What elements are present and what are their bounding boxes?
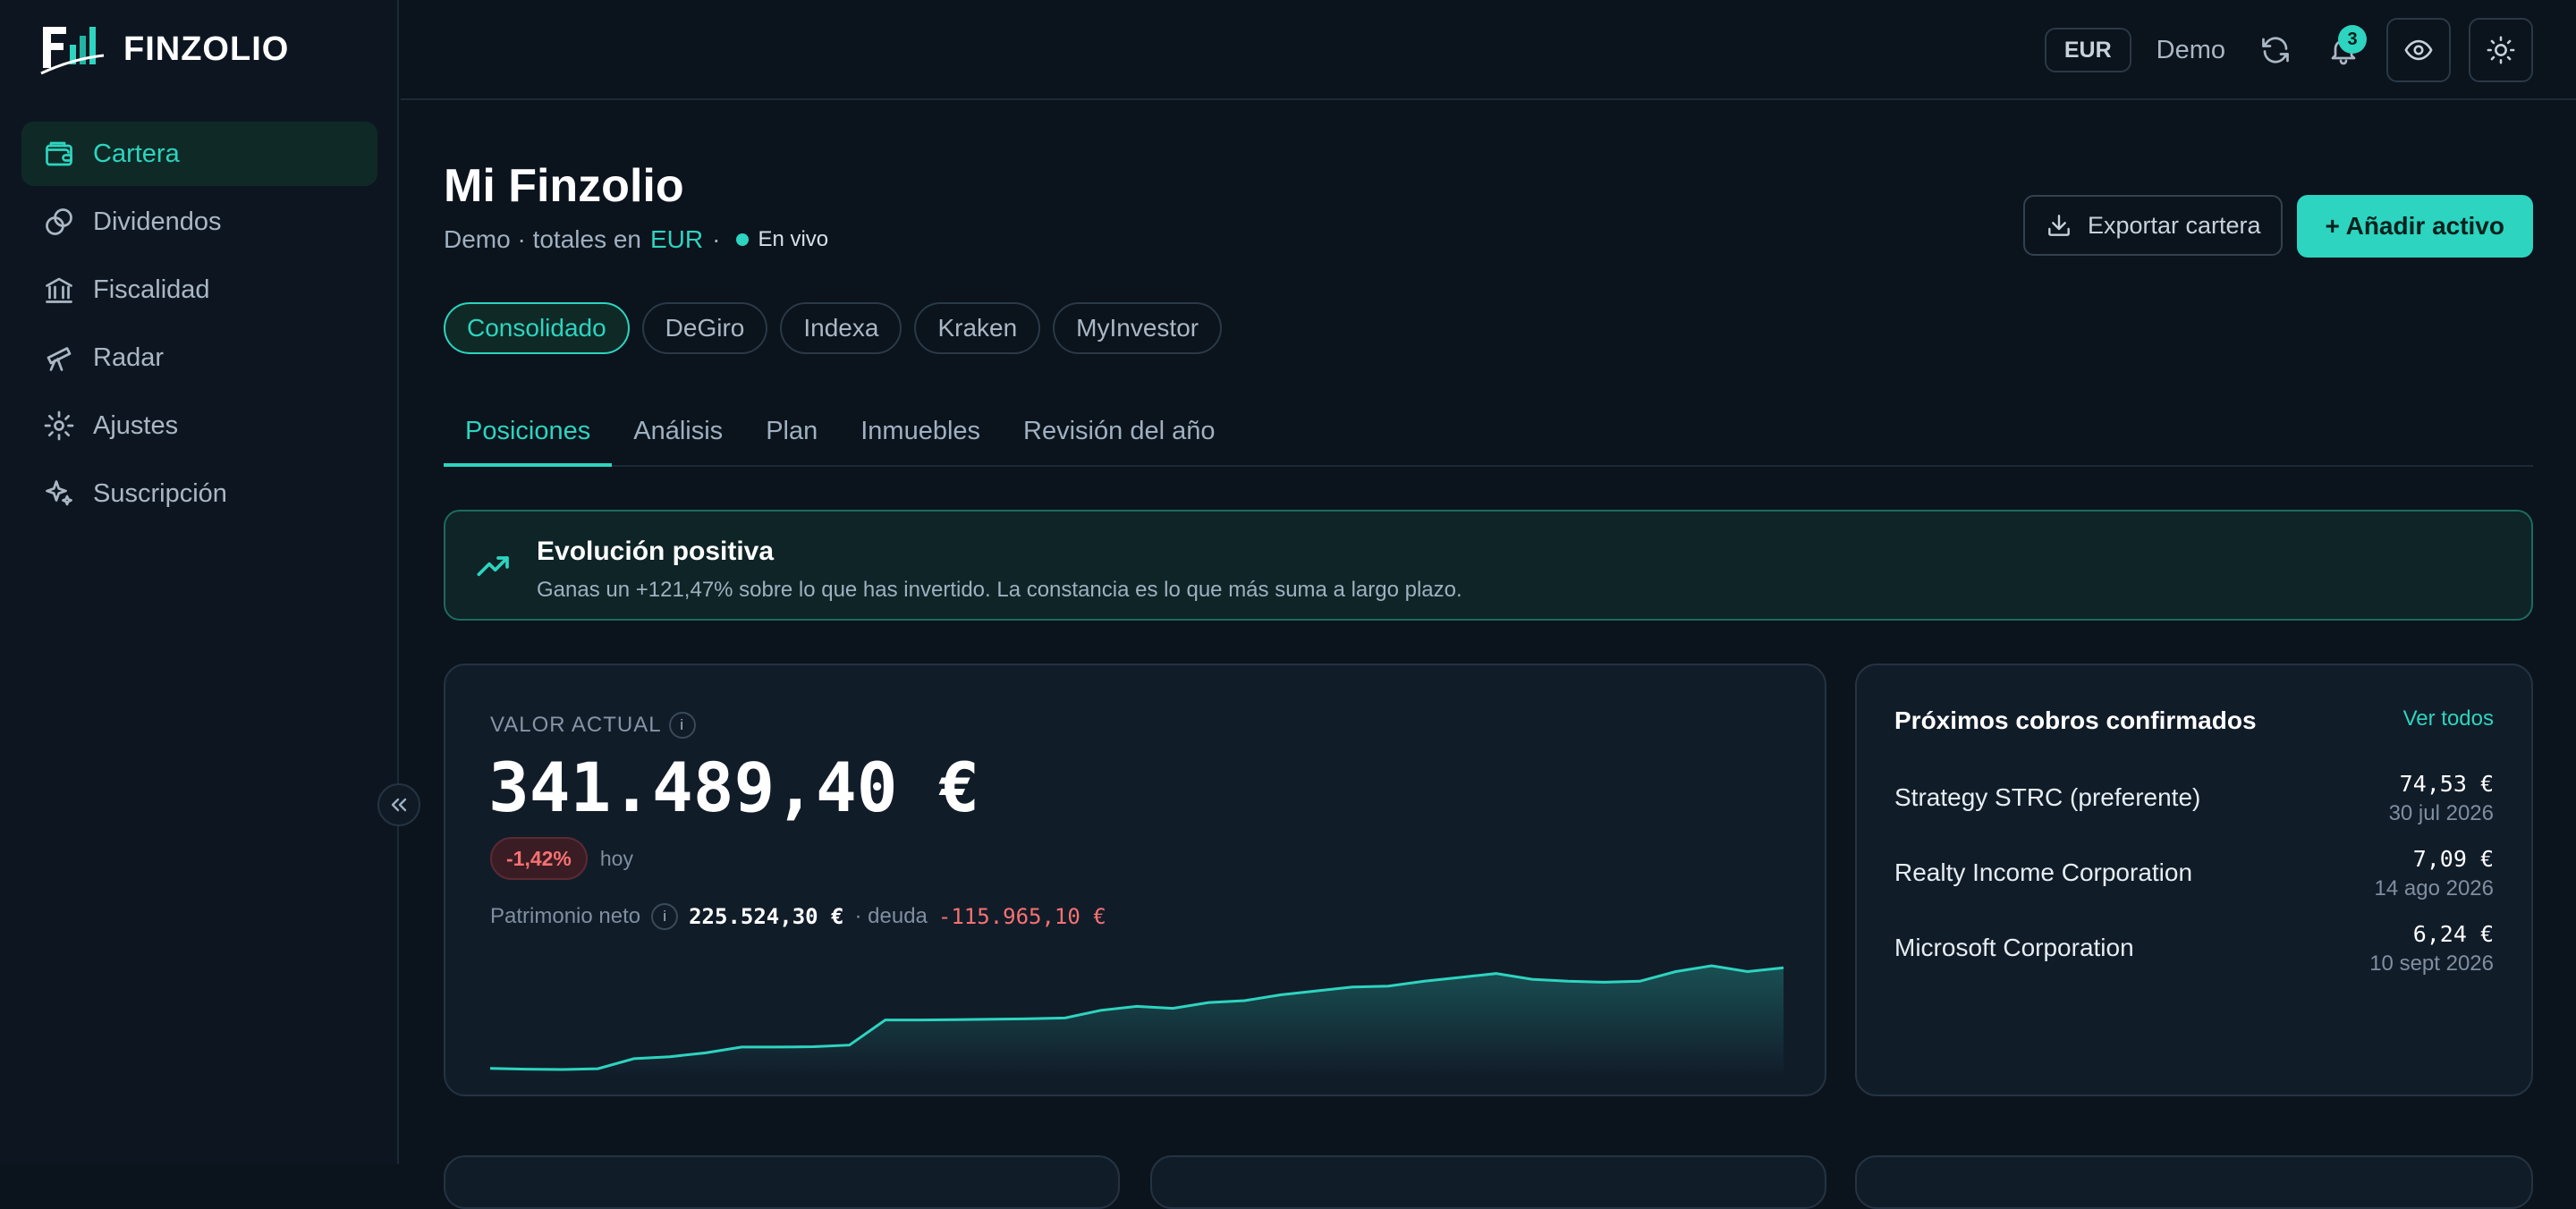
live-dot-icon: [736, 233, 750, 246]
banner-text: Ganas un +121,47% sobre lo que has inver…: [537, 578, 1462, 602]
tab-analisis[interactable]: Análisis: [612, 404, 744, 467]
sparkles-icon: [46, 480, 72, 506]
net-worth-value: 225.524,30 €: [689, 904, 844, 929]
sidebar: FINZOLIO Cartera Dividendos Fiscalidad R…: [0, 0, 399, 1164]
payment-amount: 6,24 €: [2412, 921, 2494, 947]
payment-name: Realty Income Corporation: [1894, 858, 2193, 886]
tab-posiciones[interactable]: Posiciones: [444, 404, 613, 467]
sidebar-item-cartera[interactable]: Cartera: [21, 122, 377, 186]
banner-title: Evolución positiva: [537, 537, 775, 566]
current-value-label: VALOR ACTUAL: [490, 713, 662, 737]
tab-inmuebles[interactable]: Inmuebles: [839, 404, 1002, 467]
broker-chip-consolidado[interactable]: Consolidado: [444, 302, 630, 354]
sidebar-item-ajustes[interactable]: Ajustes: [21, 393, 377, 458]
upcoming-payments-title: Próximos cobros confirmados: [1894, 706, 2257, 734]
collapse-sidebar-button[interactable]: [377, 783, 420, 826]
theme-toggle-button[interactable]: [2469, 18, 2533, 82]
refresh-button[interactable]: [2250, 25, 2301, 75]
top-bar: EUR Demo 3: [401, 0, 2576, 100]
tab-revision-anio[interactable]: Revisión del año: [1002, 404, 1236, 467]
finzolio-logo-icon: [40, 27, 105, 75]
summary-card: [444, 1155, 1120, 1209]
page-subtitle: Demo · totales en EUR · En vivo: [444, 225, 828, 254]
subtitle-prefix: Demo · totales en: [444, 225, 641, 253]
sidebar-item-radar[interactable]: Radar: [21, 326, 377, 390]
live-label: En vivo: [758, 227, 829, 251]
value-sparkline: [490, 964, 1784, 1077]
payment-row[interactable]: Realty Income Corporation 7,09 € 14 ago …: [1894, 846, 2494, 909]
summary-card: [1150, 1155, 1826, 1209]
performance-banner: Evolución positiva Ganas un +121,47% sob…: [444, 510, 2533, 621]
payment-date: 10 sept 2026: [2369, 951, 2494, 976]
broker-filter: Consolidado DeGiro Indexa Kraken MyInves…: [444, 302, 1223, 354]
tab-plan[interactable]: Plan: [744, 404, 839, 467]
sidebar-item-label: Cartera: [93, 139, 180, 168]
sidebar-item-suscripcion[interactable]: Suscripción: [21, 461, 377, 526]
view-all-link[interactable]: Ver todos: [2403, 706, 2494, 731]
section-tabs: Posiciones Análisis Plan Inmuebles Revis…: [444, 404, 2533, 467]
sidebar-item-label: Suscripción: [93, 478, 227, 508]
payment-name: Strategy STRC (preferente): [1894, 783, 2201, 811]
notifications-button[interactable]: 3: [2318, 25, 2368, 75]
subtitle-currency: EUR: [650, 225, 704, 253]
brand-name: FINZOLIO: [123, 30, 290, 68]
payment-amount: 74,53 €: [2399, 771, 2494, 797]
upcoming-payments-card: Próximos cobros confirmados Ver todos St…: [1855, 664, 2533, 1096]
payment-date: 30 jul 2026: [2388, 801, 2494, 825]
gear-icon: [44, 410, 74, 441]
broker-chip-indexa[interactable]: Indexa: [780, 302, 902, 354]
payment-date: 14 ago 2026: [2374, 876, 2494, 900]
mode-label: Demo: [2156, 35, 2225, 64]
sun-icon: [2487, 36, 2515, 64]
payment-row[interactable]: Strategy STRC (preferente) 74,53 € 30 ju…: [1894, 771, 2494, 833]
currency-selector[interactable]: EUR: [2044, 28, 2131, 72]
chevrons-left-icon: [391, 798, 407, 812]
bank-icon: [46, 277, 72, 303]
export-portfolio-button[interactable]: Exportar cartera: [2022, 195, 2283, 256]
broker-chip-myinvestor[interactable]: MyInvestor: [1053, 302, 1223, 354]
trending-up-icon: [477, 556, 509, 577]
daily-change-badge: -1,42%: [490, 837, 588, 880]
export-label: Exportar cartera: [2087, 211, 2261, 239]
broker-chip-degiro[interactable]: DeGiro: [641, 302, 768, 354]
net-worth-row: Patrimonio neto i 225.524,30 € · deuda -…: [490, 903, 1106, 930]
info-icon[interactable]: i: [668, 712, 696, 739]
eye-icon: [2404, 39, 2433, 61]
daily-change-period: hoy: [599, 846, 633, 870]
coins-icon: [46, 208, 72, 235]
add-asset-button[interactable]: + Añadir activo: [2296, 195, 2533, 258]
payment-name: Microsoft Corporation: [1894, 934, 2134, 961]
sidebar-item-label: Ajustes: [93, 410, 179, 440]
brand-logo[interactable]: FINZOLIO: [39, 23, 289, 75]
summary-card: [1855, 1155, 2533, 1209]
debt-value: -115.965,10 €: [937, 904, 1106, 929]
page-title: Mi Finzolio: [444, 160, 684, 212]
payment-amount: 7,09 €: [2412, 846, 2494, 872]
toggle-visibility-button[interactable]: [2386, 18, 2451, 82]
notification-count-badge: 3: [2338, 25, 2367, 54]
sidebar-item-label: Fiscalidad: [93, 275, 210, 304]
sidebar-item-dividendos[interactable]: Dividendos: [21, 190, 377, 254]
sidebar-item-label: Radar: [93, 342, 164, 372]
download-icon: [2048, 215, 2070, 236]
info-icon[interactable]: i: [651, 903, 679, 930]
payment-row[interactable]: Microsoft Corporation 6,24 € 10 sept 202…: [1894, 921, 2494, 984]
current-value-amount: 341.489,40 €: [488, 748, 980, 827]
current-value-label-row: VALOR ACTUAL i: [490, 712, 696, 739]
wallet-icon: [46, 141, 72, 166]
daily-change-row: -1,42% hoy: [490, 837, 633, 880]
telescope-icon: [47, 347, 72, 371]
refresh-icon: [2262, 37, 2289, 63]
sidebar-item-fiscalidad[interactable]: Fiscalidad: [21, 258, 377, 322]
debt-label: · deuda: [854, 904, 928, 928]
live-status: En vivo: [736, 227, 828, 252]
current-value-card: VALOR ACTUAL i 341.489,40 € -1,42% hoy P…: [444, 664, 1826, 1096]
sidebar-nav: Cartera Dividendos Fiscalidad Radar Ajus…: [21, 122, 377, 529]
subtitle-separator: ·: [712, 225, 721, 253]
broker-chip-kraken[interactable]: Kraken: [914, 302, 1041, 354]
net-worth-label: Patrimonio neto: [490, 904, 641, 928]
sidebar-item-label: Dividendos: [93, 207, 222, 236]
